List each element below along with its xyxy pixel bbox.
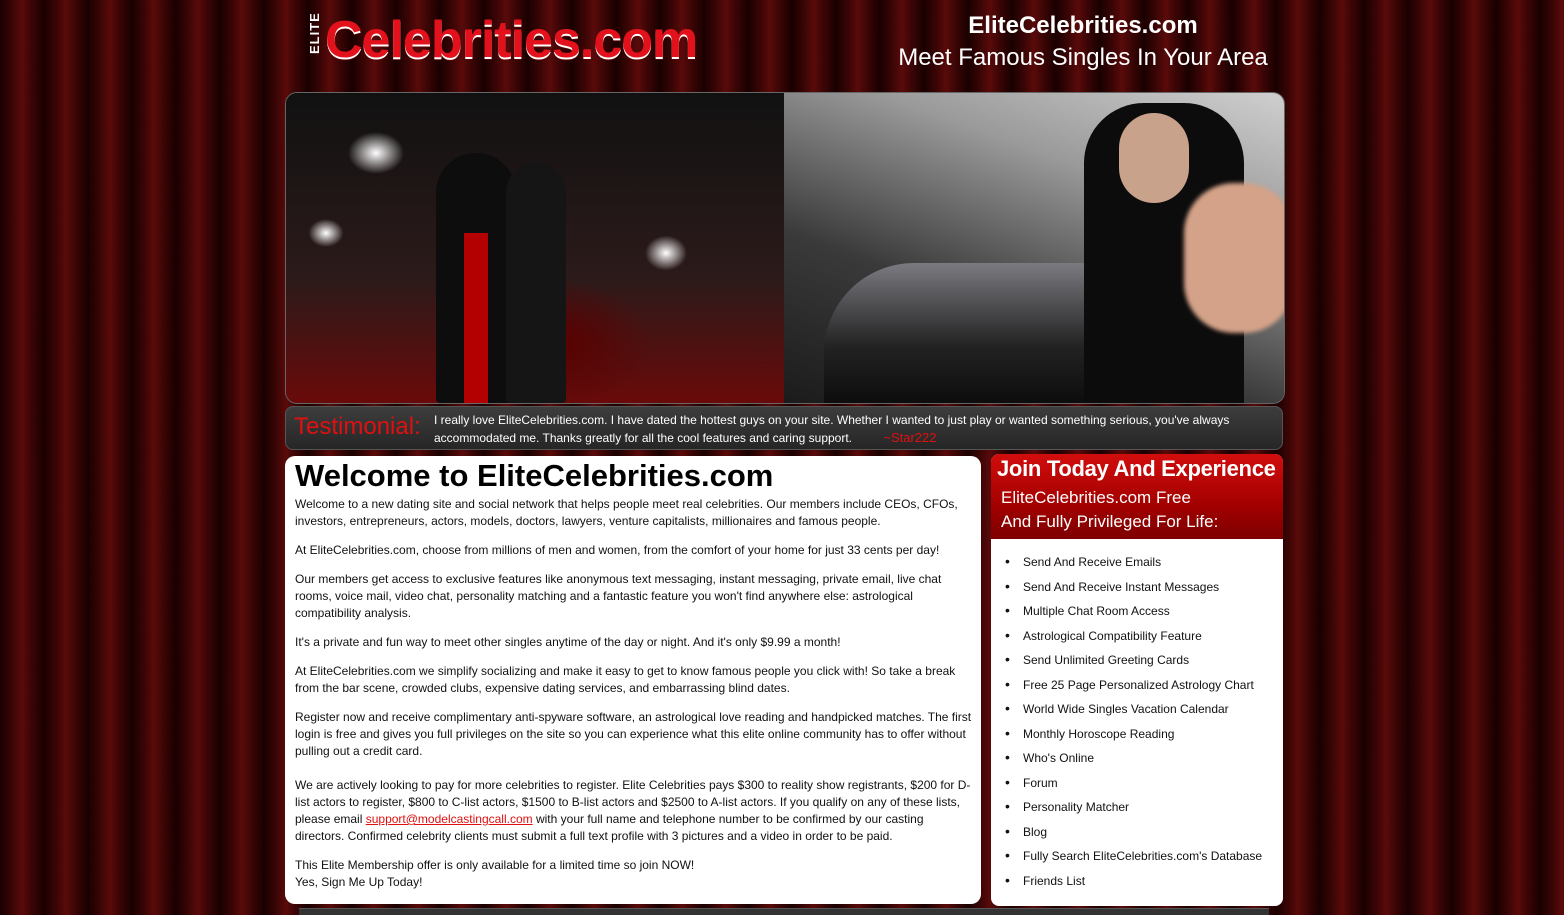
welcome-paragraph: It's a private and fun way to meet other… — [295, 635, 841, 649]
feature-list-item: Free 25 Page Personalized Astrology Char… — [1005, 675, 1283, 701]
feature-list-item: Friends List — [1005, 871, 1283, 897]
hero-woman-figure — [506, 163, 566, 403]
feature-list-item: Monthly Horoscope Reading — [1005, 724, 1283, 750]
sign-up-link[interactable]: Yes, Sign Me Up Today! — [295, 875, 422, 889]
logo-elite-text: ELITE — [307, 12, 322, 54]
hero-man-figure — [436, 153, 516, 403]
feature-list-item: Astrological Compatibility Feature — [1005, 626, 1283, 652]
hero-hand — [1184, 183, 1284, 333]
join-panel-header: Join Today And Experience EliteCelebriti… — [991, 454, 1283, 539]
feature-list-item: Send And Receive Emails — [1005, 552, 1283, 578]
welcome-panel: Welcome to EliteCelebrities.com Welcome … — [285, 456, 981, 904]
join-subheading: EliteCelebrities.com Free And Fully Priv… — [1001, 486, 1283, 534]
header-tagline: Meet Famous Singles In Your Area — [898, 44, 1268, 71]
welcome-paragraph: Welcome to a new dating site and social … — [295, 497, 958, 528]
testimonial-text-block: I really love EliteCelebrities.com. I ha… — [434, 412, 1264, 447]
testimonial-bar: Testimonial: I really love EliteCelebrit… — [285, 406, 1283, 450]
feature-list-item: Forum — [1005, 773, 1283, 799]
welcome-paragraph: Our members get access to exclusive feat… — [295, 572, 942, 620]
feature-list-item: Multiple Chat Room Access — [1005, 601, 1283, 627]
hero-bodyguard-scene — [784, 93, 1284, 403]
testimonial-label: Testimonial: — [294, 413, 421, 440]
welcome-body: Welcome to a new dating site and social … — [295, 496, 973, 903]
welcome-paragraph: At EliteCelebrities.com, choose from mil… — [295, 543, 940, 557]
feature-list-item: Send And Receive Instant Messages — [1005, 577, 1283, 603]
logo-main-text: Celebrities.com — [325, 11, 698, 69]
header-tagline-block: EliteCelebrities.com Meet Famous Singles… — [893, 12, 1273, 72]
offer-paragraph: This Elite Membership offer is only avai… — [295, 857, 973, 891]
join-heading: Join Today And Experience — [997, 456, 1276, 481]
testimonial-quote: I really love EliteCelebrities.com. I ha… — [434, 413, 1230, 445]
feature-list-item: Who's Online — [1005, 748, 1283, 774]
join-panel: Join Today And Experience EliteCelebriti… — [991, 454, 1283, 906]
feature-list-item: Fully Search EliteCelebrities.com's Data… — [1005, 846, 1283, 872]
feature-list-item: Personality Matcher — [1005, 797, 1283, 823]
support-email-link[interactable]: support@modelcastingcall.com — [366, 812, 533, 826]
feature-list: Send And Receive Emails Send And Receive… — [991, 552, 1283, 897]
feature-list-item: World Wide Singles Vacation Calendar — [1005, 699, 1283, 725]
site-logo[interactable]: ELITE Celebrities.com — [307, 10, 737, 72]
hero-bodyguard-face — [1119, 113, 1189, 203]
join-subheading-line2: And Fully Privileged For Life: — [1001, 512, 1219, 531]
page-wrapper: ELITE Celebrities.com EliteCelebrities.c… — [285, 0, 1285, 915]
hero-banner-image — [285, 92, 1285, 404]
header-site-name: EliteCelebrities.com — [968, 12, 1198, 39]
welcome-paragraph: Register now and receive complimentary a… — [295, 710, 972, 758]
feature-list-item: Blog — [1005, 822, 1283, 848]
celebrity-pay-paragraph: We are actively looking to pay for more … — [295, 777, 973, 845]
join-subheading-line1: EliteCelebrities.com Free — [1001, 488, 1191, 507]
feature-list-item: Send Unlimited Greeting Cards — [1005, 650, 1283, 676]
welcome-paragraph: At EliteCelebrities.com we simplify soci… — [295, 664, 956, 695]
offer-text: This Elite Membership offer is only avai… — [295, 858, 695, 872]
testimonial-signature: ~Star222 — [883, 430, 937, 445]
welcome-title: Welcome to EliteCelebrities.com — [295, 458, 774, 493]
